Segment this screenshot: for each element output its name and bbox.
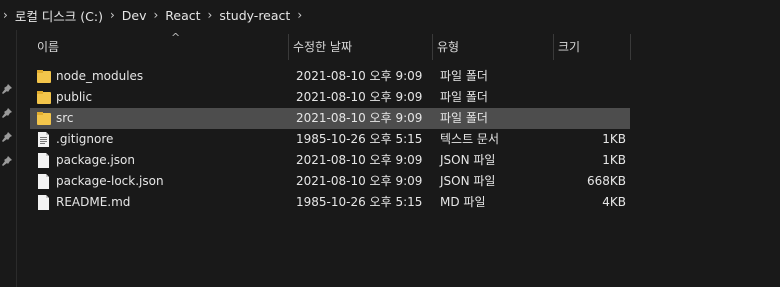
file-modified: 2021-08-10 오후 9:09 [296,90,423,104]
breadcrumb-item-react[interactable]: React [165,8,200,23]
file-size [550,87,626,108]
breadcrumb-item-dev[interactable]: Dev [122,8,147,23]
file-icon [38,153,49,168]
column-type[interactable]: 유형 [432,34,552,60]
column-divider[interactable] [630,34,640,60]
file-name[interactable]: README.md [56,192,130,213]
file-type: 텍스트 문서 [440,132,500,146]
column-modified[interactable]: 수정한 날짜 [288,34,431,60]
pin-icon[interactable] [1,83,13,95]
list-item[interactable]: README.md 1985-10-26 오후 5:15 MD 파일 4KB [30,192,630,213]
chevron-right-icon[interactable]: › [297,8,302,22]
file-size: 668KB [586,174,626,188]
list-item[interactable]: .gitignore 1985-10-26 오후 5:15 텍스트 문서 1KB [30,129,630,150]
list-item-selected[interactable]: src 2021-08-10 오후 9:09 파일 폴더 [30,108,630,129]
chevron-right-icon[interactable]: › [110,8,115,22]
breadcrumb-item-study-react[interactable]: study-react [219,8,290,23]
list-item[interactable]: node_modules 2021-08-10 오후 9:09 파일 폴더 [30,66,630,87]
folder-icon [37,91,51,104]
file-type: JSON 파일 [440,153,496,167]
list-item[interactable]: public 2021-08-10 오후 9:09 파일 폴더 [30,87,630,108]
file-size: 4KB [602,195,626,209]
file-modified: 1985-10-26 오후 5:15 [296,195,423,209]
file-type: 파일 폴더 [440,69,488,83]
file-name[interactable]: package-lock.json [56,171,164,192]
chevron-right-icon[interactable]: › [153,8,158,22]
column-header: ^ 이름 수정한 날짜 유형 크기 [17,31,780,60]
file-size: 1KB [602,132,626,146]
column-name[interactable]: 이름 [33,34,287,60]
column-size[interactable]: 크기 [553,34,629,60]
file-icon [38,195,49,210]
list-item[interactable]: package.json 2021-08-10 오후 9:09 JSON 파일 … [30,150,630,171]
file-type: JSON 파일 [440,174,496,188]
pin-icon[interactable] [1,131,13,143]
file-modified: 1985-10-26 오후 5:15 [296,132,423,146]
file-type: 파일 폴더 [440,90,488,104]
file-list: node_modules 2021-08-10 오후 9:09 파일 폴더 pu… [30,66,630,213]
file-name[interactable]: public [56,87,92,108]
folder-icon [37,112,51,125]
list-item[interactable]: package-lock.json 2021-08-10 오후 9:09 JSO… [30,171,630,192]
file-name[interactable]: package.json [56,150,135,171]
file-type: MD 파일 [440,195,486,209]
file-size [550,108,626,129]
file-name[interactable]: src [56,108,74,129]
file-type: 파일 폴더 [440,111,488,125]
file-size: 1KB [602,153,626,167]
folder-icon [37,70,51,83]
navigation-pane[interactable] [0,30,17,287]
file-modified: 2021-08-10 오후 9:09 [296,153,423,167]
breadcrumb-item-drive[interactable]: 로컬 디스크 (C:) [15,6,103,25]
pin-icon[interactable] [1,107,13,119]
file-modified: 2021-08-10 오후 9:09 [296,174,423,188]
file-name[interactable]: node_modules [56,66,143,87]
chevron-right-icon[interactable]: › [3,8,8,22]
breadcrumb: › 로컬 디스크 (C:) › Dev › React › study-reac… [0,0,780,30]
file-name[interactable]: .gitignore [56,129,113,150]
chevron-right-icon[interactable]: › [208,8,213,22]
file-size [550,66,626,87]
file-modified: 2021-08-10 오후 9:09 [296,69,423,83]
file-icon [38,174,49,189]
file-modified: 2021-08-10 오후 9:09 [296,111,423,125]
text-file-icon [38,132,49,147]
pin-icon[interactable] [1,155,13,167]
